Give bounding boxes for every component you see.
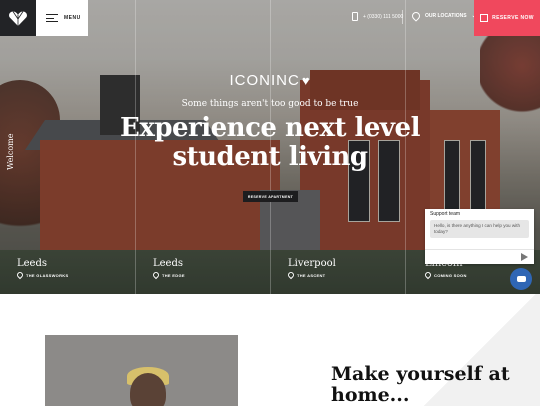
- location-city: Liverpool: [288, 258, 336, 269]
- location-card[interactable]: Leeds THE EDGE: [151, 258, 185, 280]
- welcome-side-label: Welcome: [6, 133, 15, 170]
- divider: [402, 10, 403, 24]
- chat-launcher-button[interactable]: [510, 268, 532, 290]
- location-pin-icon: [151, 270, 161, 280]
- hero-tagline: Some things aren't too good to be true: [181, 99, 359, 109]
- locations-label: OUR LOCATIONS: [425, 13, 467, 19]
- heart-logo-icon: [9, 10, 27, 26]
- location-pin-icon: [410, 10, 422, 22]
- location-pin-icon: [423, 270, 433, 280]
- menu-button[interactable]: MENU: [36, 0, 88, 36]
- location-card[interactable]: Liverpool THE ASCENT: [286, 258, 336, 280]
- resident-photo: [45, 335, 238, 406]
- chat-bubble-icon: [516, 276, 526, 282]
- chat-message: Hello, is there anything I can help you …: [430, 220, 529, 238]
- brand-wordmark: ICONINC ♥: [0, 72, 540, 89]
- location-pin-icon: [286, 270, 296, 280]
- menu-label: MENU: [64, 15, 81, 21]
- reserve-now-button[interactable]: RESERVE NOW: [474, 0, 540, 36]
- calendar-icon: [480, 14, 489, 22]
- location-property: THE EDGE: [151, 270, 185, 280]
- about-heading-line-1: Make yourself at: [331, 363, 510, 385]
- location-property: THE ASCENT: [286, 270, 336, 280]
- location-city: Leeds: [17, 258, 48, 269]
- chat-input[interactable]: [425, 249, 534, 264]
- phone-icon: [352, 12, 358, 21]
- location-pin-icon: [15, 270, 25, 280]
- top-navigation: MENU + (0330) 111 5000 OUR LOCATIONS ⌄ R…: [0, 0, 540, 36]
- reserve-apartment-button[interactable]: RESERVE APARTMENT: [243, 191, 298, 202]
- heart-icon: ♥: [301, 73, 311, 88]
- property-name: THE ASCENT: [297, 272, 326, 278]
- phone-number: + (0330) 111 5000: [363, 13, 404, 20]
- property-name: COMING SOON: [434, 272, 467, 278]
- person-head: [130, 373, 166, 406]
- location-property: COMING SOON: [423, 270, 467, 280]
- hamburger-icon: [46, 14, 58, 22]
- locations-dropdown[interactable]: OUR LOCATIONS ⌄: [410, 10, 476, 22]
- about-heading-line-2: home...: [331, 384, 410, 406]
- brand-name: ICONINC: [229, 72, 300, 89]
- support-chat-widget: Support team Hello, is there anything I …: [425, 209, 534, 264]
- about-section: Make yourself at home...: [0, 294, 540, 406]
- location-property: THE GLASSWORKS: [15, 270, 69, 280]
- about-heading: Make yourself at home...: [331, 364, 510, 406]
- phone-link[interactable]: + (0330) 111 5000: [352, 12, 403, 21]
- headline-line-1: Experience next level: [120, 113, 420, 143]
- chat-title: Support team: [425, 209, 534, 220]
- headline-line-2: student living: [172, 142, 368, 172]
- hero-headline: Experience next level student living: [0, 114, 540, 172]
- property-name: THE GLASSWORKS: [26, 272, 69, 278]
- location-card[interactable]: Leeds THE GLASSWORKS: [15, 258, 69, 280]
- property-name: THE EDGE: [162, 272, 185, 278]
- send-icon[interactable]: [521, 253, 528, 261]
- reserve-now-label: RESERVE NOW: [492, 15, 534, 21]
- location-city: Leeds: [153, 258, 184, 269]
- site-logo[interactable]: [0, 0, 36, 36]
